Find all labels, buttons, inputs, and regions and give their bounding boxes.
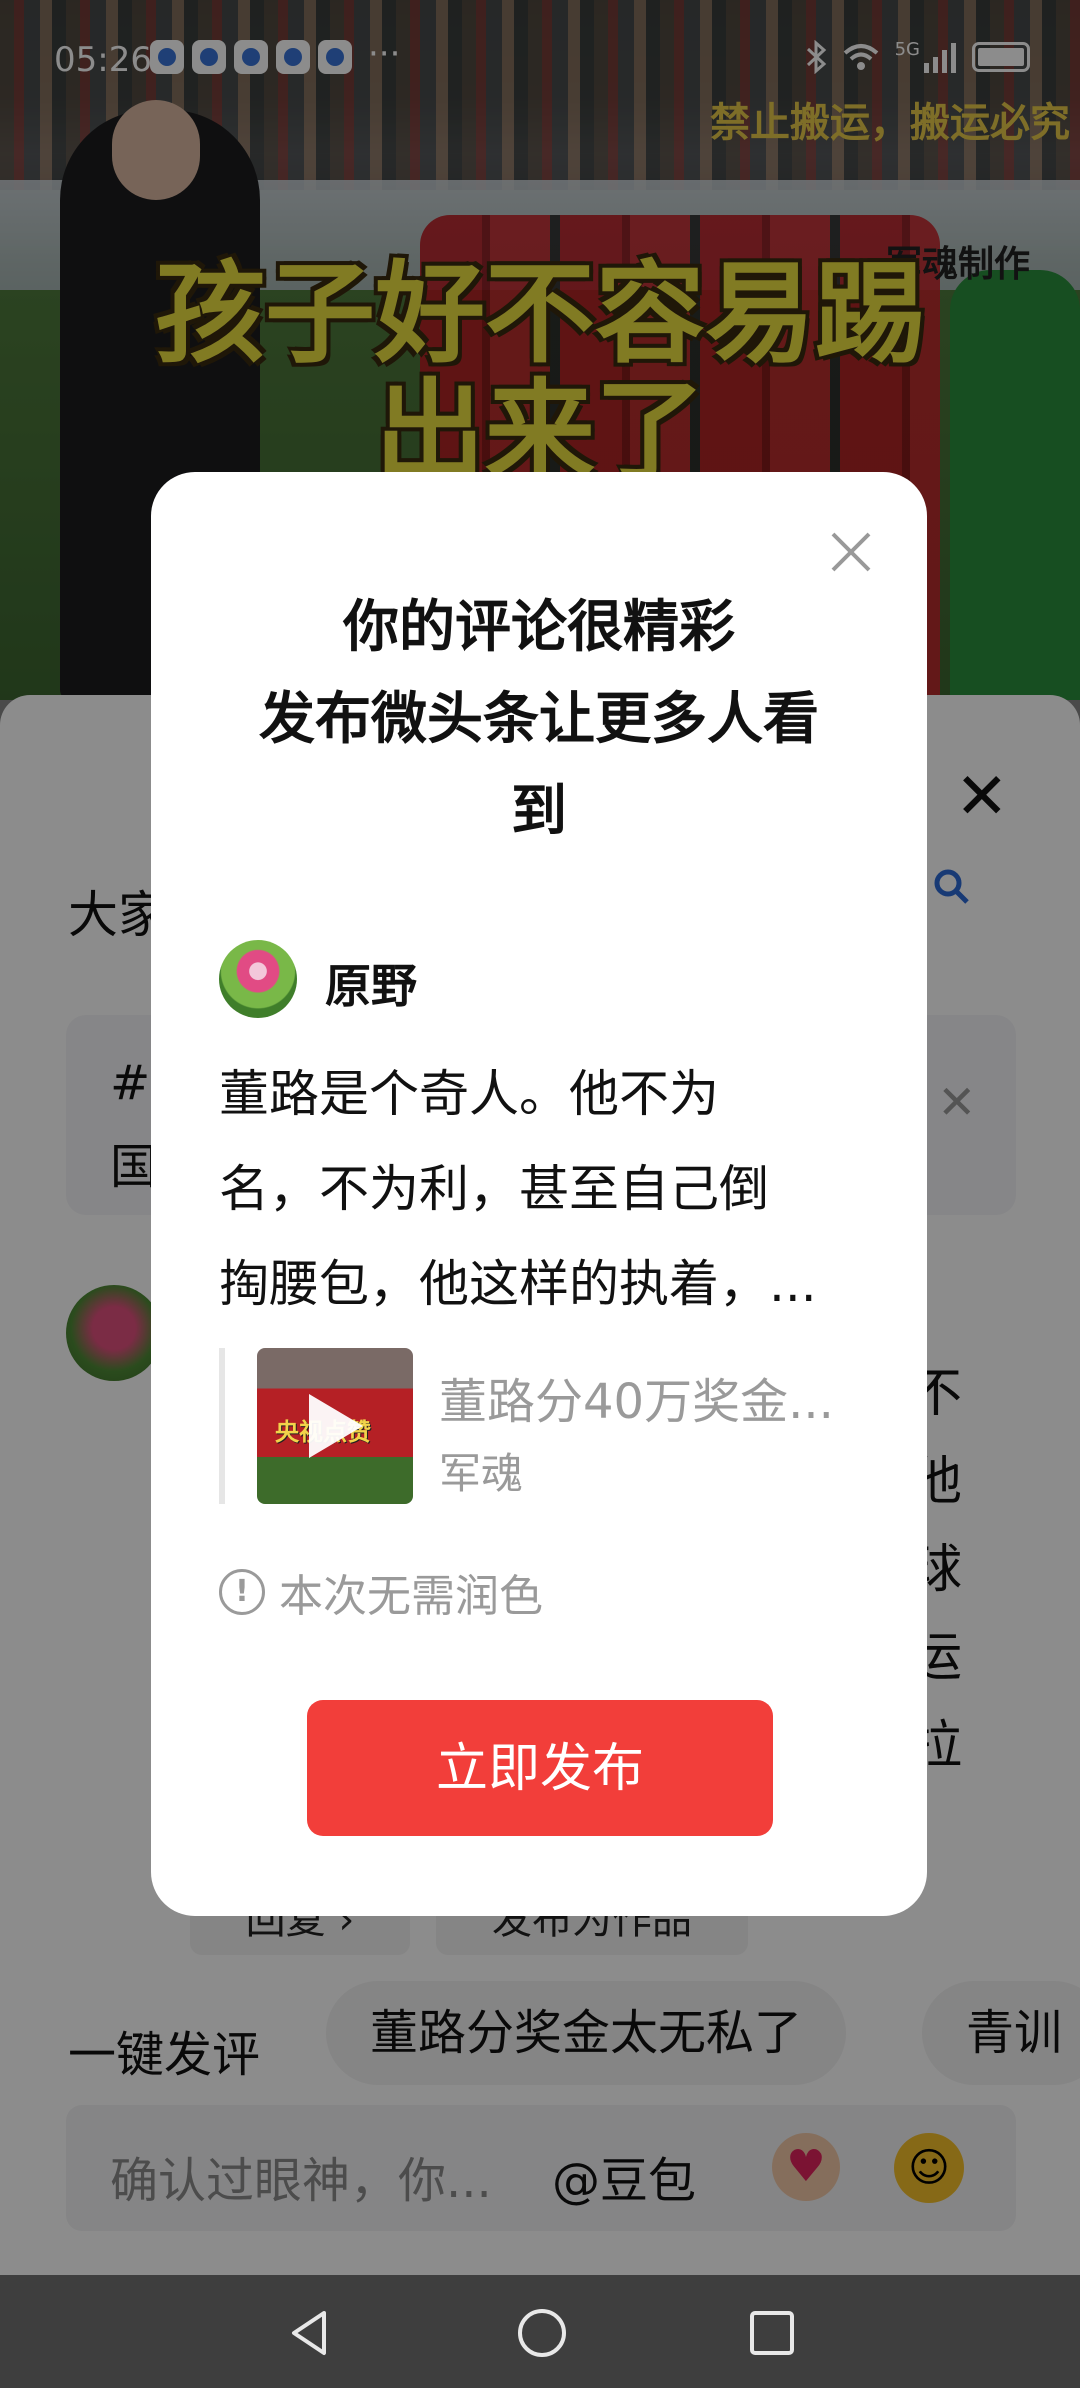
modal-title-line: 你的评论很精彩	[343, 595, 735, 660]
comment-line: 名，不为利，甚至自己倒	[219, 1160, 769, 1218]
modal-title-line: 到	[511, 779, 567, 844]
close-icon[interactable]	[821, 522, 881, 582]
polish-info-text: 本次无需润色	[279, 1571, 543, 1622]
modal-title-line: 发布微头条让更多人看	[259, 687, 819, 752]
info-circle-icon: !	[219, 1569, 265, 1615]
publish-modal: 你的评论很精彩 发布微头条让更多人看 到 原野 董路是个奇人。他不为 名，不为利…	[151, 472, 927, 1916]
article-title: 董路分40万奖金...	[439, 1374, 834, 1430]
avatar	[219, 940, 297, 1018]
article-author: 军魂	[439, 1449, 524, 1498]
modal-title: 你的评论很精彩 发布微头条让更多人看 到	[151, 582, 927, 858]
publish-now-button[interactable]: 立即发布	[307, 1700, 773, 1836]
quoted-article[interactable]: 央视点赞 董路分40万奖金... 军魂	[219, 1348, 869, 1504]
article-thumbnail: 央视点赞	[257, 1348, 413, 1504]
comment-preview: 董路是个奇人。他不为 名，不为利，甚至自己倒 掏腰包，他这样的执着，...	[219, 1047, 869, 1332]
play-icon	[309, 1394, 363, 1458]
square-recent-icon[interactable]	[744, 2305, 800, 2361]
polish-info: ! 本次无需润色	[219, 1560, 543, 1624]
comment-line: 掏腰包，他这样的执着，...	[219, 1255, 817, 1313]
navigation-bar	[0, 2275, 1080, 2388]
comment-line: 董路是个奇人。他不为	[219, 1065, 719, 1123]
username: 原野	[325, 959, 417, 1013]
triangle-back-icon[interactable]	[282, 2305, 338, 2361]
circle-home-icon[interactable]	[514, 2305, 570, 2361]
